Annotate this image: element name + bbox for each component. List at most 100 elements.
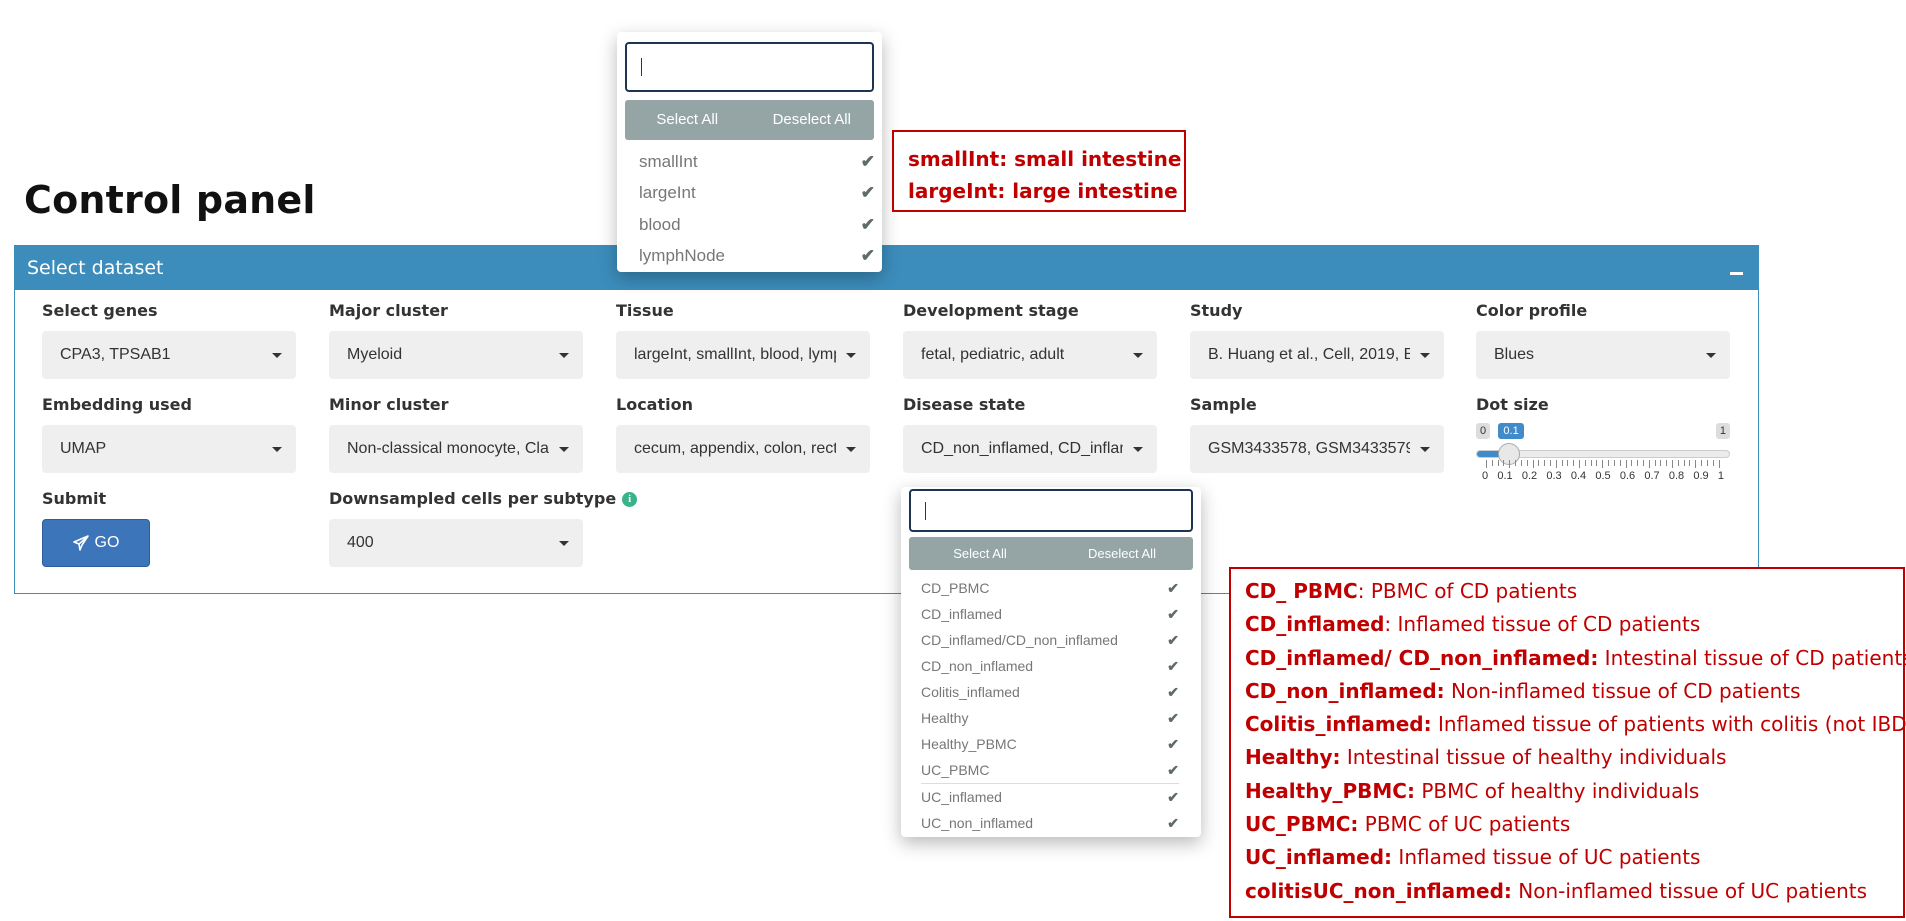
slider-tick-label: 0.4 xyxy=(1570,470,1587,482)
panel-title: Select dataset xyxy=(27,257,164,279)
option-label: Colitis_inflamed xyxy=(921,684,1020,700)
development-stage-dropdown[interactable]: fetal, pediatric, adult xyxy=(903,331,1157,379)
slider-tick xyxy=(1701,460,1703,466)
collapse-button[interactable] xyxy=(1726,258,1746,278)
tissue-option[interactable]: lymphNode ✔ xyxy=(639,241,875,273)
disease-option[interactable]: UC_inflamed ✔ xyxy=(921,783,1179,810)
disease-option[interactable]: UC_non_inflamed ✔ xyxy=(921,810,1179,836)
option-label: UC_non_inflamed xyxy=(921,815,1034,831)
slider-tick xyxy=(1561,460,1563,466)
major-cluster-dropdown[interactable]: Myeloid xyxy=(329,331,583,379)
tissue-select-all-button[interactable]: Select All xyxy=(625,100,750,140)
embedding-dropdown[interactable]: UMAP xyxy=(42,425,296,473)
note-term: Healthy: xyxy=(1245,745,1341,770)
tissue-label: Tissue xyxy=(616,301,674,320)
tissue-value: largeInt, smallInt, blood, lymphNode xyxy=(634,346,836,363)
slider-tick xyxy=(1544,460,1546,466)
disease-option[interactable]: CD_PBMC ✔ xyxy=(921,575,1179,601)
slider-ticks xyxy=(1486,460,1720,468)
go-button[interactable]: GO xyxy=(42,519,150,567)
slider-tick xyxy=(1596,460,1598,466)
disease-select-all-button[interactable]: Select All xyxy=(909,537,1051,570)
page-title: Control panel xyxy=(24,178,316,222)
color-profile-dropdown[interactable]: Blues xyxy=(1476,331,1730,379)
development-stage-value: fetal, pediatric, adult xyxy=(921,346,1065,363)
study-dropdown[interactable]: B. Huang et al., Cell, 2019, B. Huang et… xyxy=(1190,331,1444,379)
disease-option[interactable]: UC_PBMC ✔ xyxy=(921,757,1179,783)
submit-label: Submit xyxy=(42,489,107,508)
disease-option[interactable]: Healthy_PBMC ✔ xyxy=(921,731,1179,757)
disease-option[interactable]: CD_inflamed ✔ xyxy=(921,601,1179,627)
tissue-search-input[interactable] xyxy=(625,42,874,92)
tissue-option[interactable]: smallInt ✔ xyxy=(639,146,875,178)
caret-down-icon xyxy=(1133,447,1143,452)
dot-size-slider[interactable]: 0 0.1 1 0 0.1 0.2 0.3 0.4 0.5 0.6 0.7 0.8 0.9 1 xyxy=(1476,423,1730,482)
slider-tick-label: 0.3 xyxy=(1546,470,1562,482)
check-icon: ✔ xyxy=(1167,657,1179,674)
tissue-option[interactable]: largeInt ✔ xyxy=(639,178,875,210)
option-label: UC_inflamed xyxy=(921,789,1002,805)
slider-tick xyxy=(1654,460,1656,466)
select-genes-label: Select genes xyxy=(42,301,158,320)
sample-dropdown[interactable]: GSM3433578, GSM3433579 xyxy=(1190,425,1444,473)
downsampled-dropdown[interactable]: 400 xyxy=(329,519,583,567)
downsampled-label: Downsampled cells per subtype i xyxy=(329,489,638,511)
disease-option[interactable]: Healthy ✔ xyxy=(921,705,1179,731)
slider-tick xyxy=(1590,460,1592,466)
slider-tick xyxy=(1660,460,1662,466)
location-dropdown[interactable]: cecum, appendix, colon, rectum xyxy=(616,425,870,473)
caret-down-icon xyxy=(559,353,569,358)
slider-value-label: 0.1 xyxy=(1498,423,1524,439)
disease-deselect-all-button[interactable]: Deselect All xyxy=(1051,537,1193,570)
tissue-field: Tissue largeInt, smallInt, blood, lymphN… xyxy=(616,301,870,379)
note-line: CD_ PBMC: PBMC of CD patients xyxy=(1245,575,1903,608)
disease-search-input[interactable] xyxy=(909,489,1193,532)
slider-tick xyxy=(1642,460,1644,466)
minor-cluster-value: Non-classical monocyte, Classical monocy… xyxy=(347,440,549,457)
slider-tick xyxy=(1515,460,1517,466)
option-label: Healthy_PBMC xyxy=(921,736,1017,752)
note-term: UC_inflamed: xyxy=(1245,845,1393,870)
slider-tick xyxy=(1526,460,1528,466)
slider-tick xyxy=(1532,460,1534,468)
disease-option[interactable]: Colitis_inflamed ✔ xyxy=(921,679,1179,705)
select-genes-dropdown[interactable]: CPA3, TPSAB1 xyxy=(42,331,296,379)
minor-cluster-field: Minor cluster Non-classical monocyte, Cl… xyxy=(329,395,583,473)
disease-option[interactable]: CD_inflamed/CD_non_inflamed ✔ xyxy=(921,627,1179,653)
slider-tick xyxy=(1486,460,1487,468)
slider-tick xyxy=(1672,460,1673,468)
note-term: CD_ PBMC xyxy=(1245,579,1358,603)
option-label: blood xyxy=(639,214,681,234)
check-icon: ✔ xyxy=(1167,579,1179,596)
option-label: CD_inflamed/CD_non_inflamed xyxy=(921,632,1118,648)
downsampled-label-text: Downsampled cells per subtype xyxy=(329,489,617,508)
caret-down-icon xyxy=(272,353,282,358)
option-label: largeInt xyxy=(639,183,696,203)
slider-tick xyxy=(1695,460,1697,468)
tissue-actions: Select All Deselect All xyxy=(625,100,874,140)
slider-tick xyxy=(1497,460,1499,466)
tissue-deselect-all-button[interactable]: Deselect All xyxy=(750,100,875,140)
tissue-option[interactable]: blood ✔ xyxy=(639,209,875,241)
tissue-dropdown[interactable]: largeInt, smallInt, blood, lymphNode xyxy=(616,331,870,379)
option-label: lymphNode xyxy=(639,246,725,266)
check-icon: ✔ xyxy=(1167,631,1179,648)
note-line: Healthy_PBMC: PBMC of healthy individual… xyxy=(1245,775,1903,808)
dot-size-label: Dot size xyxy=(1476,395,1549,414)
development-stage-label: Development stage xyxy=(903,301,1079,320)
slider-tick-label: 0.1 xyxy=(1497,470,1513,482)
option-label: Healthy xyxy=(921,710,969,726)
go-button-label: GO xyxy=(94,534,120,551)
check-icon: ✔ xyxy=(860,151,875,171)
minor-cluster-dropdown[interactable]: Non-classical monocyte, Classical monocy… xyxy=(329,425,583,473)
note-term: UC_PBMC: xyxy=(1245,812,1359,837)
disease-state-field: Disease state CD_non_inflamed, CD_inflam… xyxy=(903,395,1157,473)
check-icon: ✔ xyxy=(1167,788,1179,805)
slider-tick xyxy=(1555,460,1557,468)
disease-state-dropdown[interactable]: CD_non_inflamed, CD_inflamed xyxy=(903,425,1157,473)
disease-option[interactable]: CD_non_inflamed ✔ xyxy=(921,653,1179,679)
slider-tick xyxy=(1503,460,1505,466)
slider-tick xyxy=(1689,460,1691,466)
location-value: cecum, appendix, colon, rectum xyxy=(634,440,836,457)
slider-tick-label: 1 xyxy=(1717,470,1724,482)
